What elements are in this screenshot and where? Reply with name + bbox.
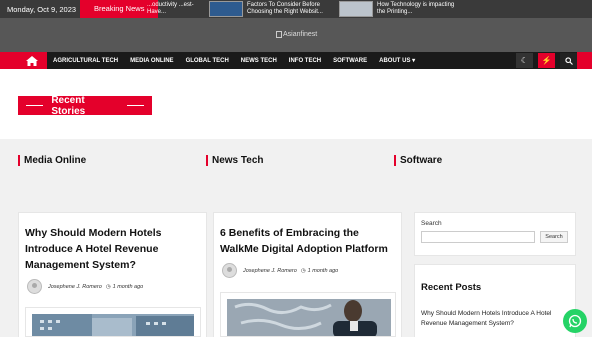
ticker-thumbnail xyxy=(339,1,373,17)
ticker-item[interactable]: How Technology is impacting the Printing… xyxy=(339,0,463,18)
post-image[interactable] xyxy=(220,292,396,337)
nav-item-software[interactable]: SOFTWARE xyxy=(327,58,373,64)
search-widget-label: Search xyxy=(421,220,442,227)
post-image[interactable] xyxy=(25,307,201,337)
site-logo[interactable]: Asianfinest xyxy=(276,31,317,38)
author-avatar[interactable] xyxy=(27,279,42,294)
post-author[interactable]: Josephene J. Romero xyxy=(243,268,297,274)
recent-stories-heading-text: Recent Stories xyxy=(51,94,86,117)
broken-image-icon xyxy=(276,31,282,38)
whatsapp-icon xyxy=(568,314,582,328)
ticker-item[interactable]: ...oductivity ...est-Have... xyxy=(143,0,203,18)
subscribe-button[interactable]: ⚡ xyxy=(538,53,555,68)
site-header: Asianfinest xyxy=(0,18,592,52)
post-title[interactable]: 6 Benefits of Embracing the WalkMe Digit… xyxy=(220,225,398,257)
site-logo-alt-text: Asianfinest xyxy=(283,31,318,38)
search-button[interactable] xyxy=(560,53,577,68)
post-meta: Josephene J. Romero ◷ 1 month ago xyxy=(27,279,143,294)
whatsapp-chat-button[interactable] xyxy=(563,309,587,333)
category-heading-software[interactable]: Software xyxy=(394,155,442,166)
search-input[interactable] xyxy=(421,231,535,243)
category-heading-news-tech[interactable]: News Tech xyxy=(206,155,264,166)
nav-item-about-us[interactable]: ABOUT US ▾ xyxy=(373,57,421,64)
hotel-building-image xyxy=(32,314,194,336)
chevron-down-icon: ▾ xyxy=(412,58,416,64)
current-date: Monday, Oct 9, 2023 xyxy=(7,4,77,14)
bolt-icon: ⚡ xyxy=(541,56,552,65)
ticker-thumbnail xyxy=(209,1,243,17)
nav-bar: AGRICULTURAL TECH MEDIA ONLINE GLOBAL TE… xyxy=(17,52,577,69)
ticker-item-text: ...oductivity ...est-Have... xyxy=(147,2,194,15)
search-icon xyxy=(564,56,573,65)
category-heading-media-online[interactable]: Media Online xyxy=(18,155,86,166)
moon-icon: ☾ xyxy=(520,56,529,65)
post-meta: Josephene J. Romero ◷ 1 month ago xyxy=(222,263,338,278)
recent-stories-heading: Recent Stories xyxy=(18,94,152,117)
post-author[interactable]: Josephene J. Romero xyxy=(48,284,102,290)
nav-item-news-tech[interactable]: NEWS TECH xyxy=(235,58,283,64)
nav-item-agricultural-tech[interactable]: AGRICULTURAL TECH xyxy=(47,58,124,64)
nav-item-info-tech[interactable]: INFO TECH xyxy=(283,58,327,64)
clock-icon: ◷ xyxy=(105,283,111,290)
ticker-item[interactable]: Factors To Consider Before Choosing the … xyxy=(209,0,333,18)
clock-icon: ◷ xyxy=(300,267,306,274)
nav-item-media-online[interactable]: MEDIA ONLINE xyxy=(124,58,179,64)
main-navigation: AGRICULTURAL TECH MEDIA ONLINE GLOBAL TE… xyxy=(0,52,592,69)
nav-item-global-tech[interactable]: GLOBAL TECH xyxy=(180,58,235,64)
recent-posts-heading: Recent Posts xyxy=(421,282,482,293)
nav-actions: ☾ ⚡ xyxy=(511,52,577,69)
home-button[interactable] xyxy=(17,52,47,69)
nav-item-about-us-label: ABOUT US xyxy=(379,58,411,64)
post-time: 1 month ago xyxy=(112,283,144,290)
post-title[interactable]: Why Should Modern Hotels Introduce A Hot… xyxy=(25,225,201,273)
home-icon xyxy=(26,55,38,66)
ticker-item-text: Factors To Consider Before Choosing the … xyxy=(247,2,323,15)
author-avatar[interactable] xyxy=(222,263,237,278)
dark-mode-toggle[interactable]: ☾ xyxy=(516,53,533,68)
ticker-item-text: How Technology is impacting the Printing… xyxy=(377,2,455,15)
businessman-map-image xyxy=(227,299,391,336)
post-time: 1 month ago xyxy=(307,267,339,274)
recent-post-link[interactable]: Why Should Modern Hotels Introduce A Hot… xyxy=(421,309,569,329)
search-submit-button[interactable]: Search xyxy=(540,231,568,243)
